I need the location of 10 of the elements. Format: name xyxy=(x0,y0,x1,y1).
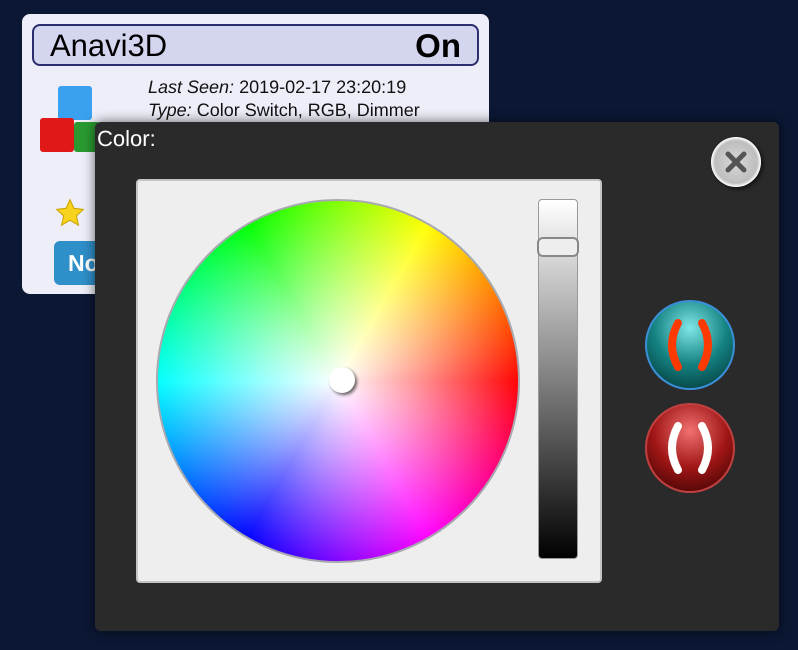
device-name: Anavi3D xyxy=(50,30,168,60)
brightness-slider[interactable] xyxy=(538,199,578,559)
type-text: Type: Color Switch, RGB, Dimmer xyxy=(148,99,420,121)
close-icon xyxy=(724,150,748,174)
dialog-title: Color: xyxy=(97,128,156,150)
star-icon xyxy=(54,197,86,229)
last-seen-text: Last Seen: 2019-02-17 23:20:19 xyxy=(148,76,408,98)
close-button[interactable] xyxy=(711,137,761,187)
slider-thumb[interactable] xyxy=(537,237,579,258)
device-status: On xyxy=(415,28,461,62)
